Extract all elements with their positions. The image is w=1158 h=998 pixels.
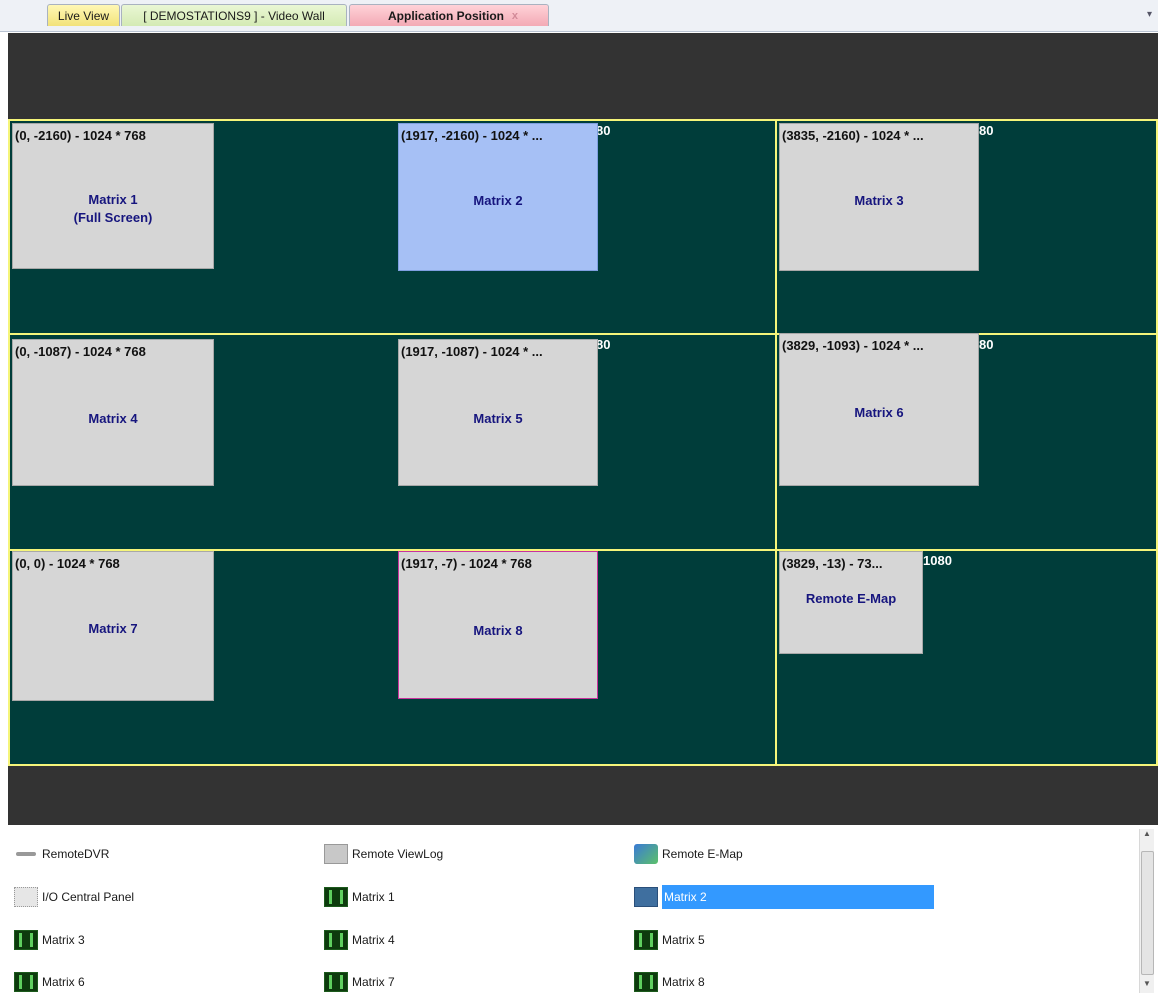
monitor-resolution-label: 80	[979, 123, 994, 138]
tab-application-position-label: Application Position	[388, 9, 504, 23]
chevron-down-icon[interactable]: ▾	[1147, 9, 1152, 20]
matrix-icon	[324, 971, 348, 992]
list-item-matrix-4[interactable]: Matrix 4	[324, 927, 395, 951]
window-matrix-4[interactable]: (0, -1087) - 1024 * 768 Matrix 4	[12, 339, 214, 486]
tab-live-view[interactable]: Live View	[47, 4, 120, 26]
monitor-resolution-label: 80	[979, 337, 994, 352]
list-item-matrix-8[interactable]: Matrix 8	[634, 969, 705, 993]
list-item-matrix-1[interactable]: Matrix 1	[324, 884, 395, 908]
list-item-label: Remote ViewLog	[352, 846, 444, 861]
window-position-label: (1917, -1087) - 1024 * ...	[401, 344, 543, 359]
scrollbar-thumb[interactable]	[1141, 851, 1154, 975]
list-item-matrix-3[interactable]: Matrix 3	[14, 927, 85, 951]
window-remote-e-map[interactable]: (3829, -13) - 73... Remote E-Map	[779, 551, 923, 654]
matrix-icon	[634, 929, 658, 950]
matrix-icon	[324, 886, 348, 907]
vertical-scrollbar[interactable]: ▲ ▼	[1139, 829, 1154, 993]
close-icon[interactable]: x	[512, 5, 518, 27]
window-matrix-6[interactable]: (3829, -1093) - 1024 * ... Matrix 6	[779, 333, 979, 486]
matrix-icon	[634, 886, 658, 907]
window-position-label: (3829, -13) - 73...	[782, 556, 883, 571]
matrix-icon	[324, 929, 348, 950]
window-title: Matrix 7	[88, 621, 138, 636]
window-title: Remote E-Map	[805, 591, 897, 606]
window-position-label: (0, -2160) - 1024 * 768	[15, 128, 146, 143]
matrix-icon	[634, 971, 658, 992]
window-matrix-7[interactable]: (0, 0) - 1024 * 768 Matrix 7	[12, 551, 214, 701]
video-wall-canvas: 80 80 80 80 1080 (0, -2160) - 1024 * 768…	[8, 33, 1158, 825]
window-title-line1: Matrix 1	[88, 192, 138, 207]
viewlog-icon	[324, 843, 348, 864]
monitor-resolution-label: 80	[596, 337, 611, 352]
list-item-remote-e-map[interactable]: Remote E-Map	[634, 841, 743, 865]
window-title: Matrix 4	[88, 411, 138, 426]
list-item-label: Matrix 8	[662, 974, 705, 989]
io-panel-icon	[14, 886, 38, 907]
scroll-down-icon[interactable]: ▼	[1140, 979, 1154, 993]
window-matrix-8[interactable]: (1917, -7) - 1024 * 768 Matrix 8	[398, 551, 598, 699]
list-item-label: Matrix 1	[352, 889, 395, 904]
tab-application-position[interactable]: Application Position x	[349, 4, 549, 26]
window-position-label: (1917, -7) - 1024 * 768	[401, 556, 532, 571]
window-matrix-5[interactable]: (1917, -1087) - 1024 * ... Matrix 5	[398, 339, 598, 486]
tab-bar: Live View [ DEMOSTATIONS9 ] - Video Wall…	[0, 0, 1158, 32]
list-item-matrix-6[interactable]: Matrix 6	[14, 969, 85, 993]
window-title: Matrix 3	[854, 193, 904, 208]
window-title: Matrix 8	[473, 623, 523, 638]
list-item-label: Matrix 2	[662, 884, 934, 909]
window-matrix-3[interactable]: (3835, -2160) - 1024 * ... Matrix 3	[779, 123, 979, 271]
list-item-label: Matrix 5	[662, 932, 705, 947]
list-item-label: I/O Central Panel	[42, 889, 135, 904]
tab-video-wall[interactable]: [ DEMOSTATIONS9 ] - Video Wall	[121, 4, 347, 26]
list-item-label: RemoteDVR	[42, 846, 110, 861]
monitor-resolution-label: 1080	[923, 553, 952, 568]
list-item-io-central-panel[interactable]: I/O Central Panel	[14, 884, 134, 908]
matrix-icon	[14, 971, 38, 992]
window-position-label: (3835, -2160) - 1024 * ...	[782, 128, 924, 143]
list-item-matrix-2[interactable]: Matrix 2	[634, 884, 934, 909]
list-item-remotedvr[interactable]: RemoteDVR	[14, 841, 109, 865]
list-item-label: Matrix 4	[352, 932, 395, 947]
list-item-label: Matrix 3	[42, 932, 85, 947]
application-list: RemoteDVR Remote ViewLog Remote E-Map I/…	[8, 825, 1158, 998]
list-item-matrix-7[interactable]: Matrix 7	[324, 969, 395, 993]
window-title: Matrix 2	[473, 193, 523, 208]
window-title: Matrix 5	[473, 411, 523, 426]
window-title-line2: (Full Screen)	[73, 210, 153, 225]
scroll-up-icon[interactable]: ▲	[1140, 829, 1154, 843]
matrix-icon	[14, 929, 38, 950]
dvr-icon	[14, 844, 38, 864]
list-item-label: Matrix 7	[352, 974, 395, 989]
list-item-label: Remote E-Map	[662, 846, 743, 861]
list-item-remote-viewlog[interactable]: Remote ViewLog	[324, 841, 443, 865]
window-matrix-1[interactable]: (0, -2160) - 1024 * 768 Matrix 1 (Full Sc…	[12, 123, 214, 269]
list-item-matrix-5[interactable]: Matrix 5	[634, 927, 705, 951]
window-position-label: (0, 0) - 1024 * 768	[15, 556, 120, 571]
window-matrix-2[interactable]: (1917, -2160) - 1024 * ... Matrix 2	[398, 123, 598, 271]
window-title: Matrix 1 (Full Screen)	[13, 191, 213, 227]
window-position-label: (0, -1087) - 1024 * 768	[15, 344, 146, 359]
monitor-resolution-label: 80	[596, 123, 611, 138]
list-item-label: Matrix 6	[42, 974, 85, 989]
window-position-label: (1917, -2160) - 1024 * ...	[401, 128, 543, 143]
emap-icon	[634, 843, 658, 864]
window-title: Matrix 6	[854, 405, 904, 420]
window-position-label: (3829, -1093) - 1024 * ...	[782, 338, 924, 353]
